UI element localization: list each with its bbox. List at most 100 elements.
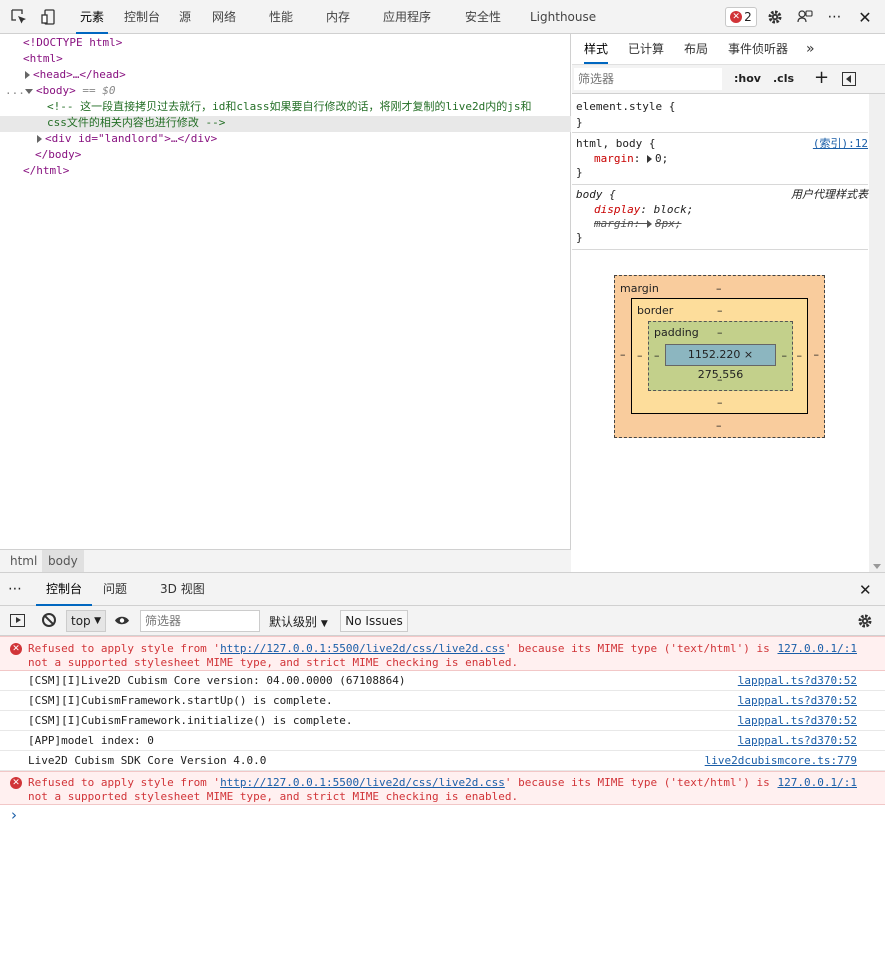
dom-gutter-dots[interactable]: ... — [5, 83, 25, 99]
error-icon: ✕ — [730, 11, 743, 23]
message-source-link[interactable]: lapppal.ts?d370:52 — [738, 734, 857, 748]
message-source-link[interactable]: live2dcubismcore.ts:779 — [705, 754, 857, 768]
console-error-message[interactable]: ✕ Refused to apply style from 'http://12… — [0, 771, 885, 805]
tab-computed[interactable]: 已计算 — [628, 34, 664, 64]
margin-top-value[interactable]: – — [716, 282, 722, 295]
tab-styles[interactable]: 样式 — [584, 34, 609, 64]
console-log-message[interactable]: [CSM][I]CubismFramework.initialize() is … — [0, 711, 885, 731]
issues-button[interactable]: No Issues — [340, 610, 408, 632]
message-source-link[interactable]: 127.0.0.1/:1 — [778, 642, 857, 656]
style-declaration: display: block; — [594, 203, 694, 216]
hov-toggle[interactable]: :hov — [734, 72, 761, 85]
stylesheet-url-link[interactable]: http://127.0.0.1:5500/live2d/css/live2d.… — [220, 642, 505, 655]
drawer-tab-issues[interactable]: 问题 — [103, 573, 127, 606]
breadcrumb-body[interactable]: body — [42, 550, 84, 572]
console-error-message[interactable]: ✕ Refused to apply style from 'http://12… — [0, 636, 885, 671]
new-style-rule-icon[interactable]: + — [814, 67, 829, 88]
message-source-link[interactable]: lapppal.ts?d370:52 — [738, 674, 857, 688]
feedback-icon[interactable] — [794, 6, 816, 28]
border-right-value[interactable]: – — [797, 349, 803, 362]
expand-triangle-icon[interactable] — [25, 71, 30, 79]
drawer-header: ⋯ 控制台 问题 3D 视图 ✕ — [0, 572, 885, 606]
rule-source-link[interactable]: (索引):12 — [813, 137, 868, 151]
settings-gear-icon[interactable] — [764, 6, 786, 28]
box-model-margin[interactable]: margin – – – – border – – – – padding – … — [614, 275, 825, 438]
dom-comment-line1[interactable]: <!-- 这一段直接拷贝过去就行，id和class如果要自行修改的话，将刚才复制… — [47, 99, 531, 115]
collapse-triangle-icon[interactable] — [25, 88, 33, 94]
dom-doctype[interactable]: <!DOCTYPE html> — [23, 35, 122, 51]
border-top-value[interactable]: – — [717, 304, 723, 317]
console-log-message[interactable]: [CSM][I]CubismFramework.startUp() is com… — [0, 691, 885, 711]
console-log-message[interactable]: [APP]model index: 0 lapppal.ts?d370:52 — [0, 731, 885, 751]
styles-scrollbar[interactable] — [869, 94, 885, 572]
tab-security[interactable]: 安全性 — [461, 0, 505, 34]
console-filter-input[interactable] — [140, 610, 260, 632]
live-expression-eye-icon[interactable] — [114, 615, 130, 626]
rule-selector[interactable]: element.style { — [576, 100, 675, 114]
tab-performance[interactable]: 性能 — [266, 0, 296, 34]
margin-right-value[interactable]: – — [814, 348, 820, 361]
dom-comment-line2[interactable]: css文件的相关内容也进行修改 --> — [47, 115, 225, 131]
toggle-sidebar-icon[interactable] — [10, 614, 25, 627]
context-select[interactable]: top ▼ — [66, 610, 106, 632]
console-log-message[interactable]: Live2D Cubism SDK Core Version 4.0.0 liv… — [0, 751, 885, 771]
box-model-border[interactable]: border – – – – padding – – – – 1152.220 … — [631, 298, 808, 414]
console-log-message[interactable]: [CSM][I]Live2D Cubism Core version: 04.0… — [0, 671, 885, 691]
style-declaration[interactable]: margin: 0; — [594, 152, 668, 166]
margin-left-value[interactable]: – — [620, 348, 626, 361]
tab-lighthouse[interactable]: Lighthouse — [530, 0, 596, 34]
dom-body-close[interactable]: </body> — [35, 147, 81, 163]
message-source-link[interactable]: 127.0.0.1/:1 — [778, 776, 857, 790]
inspect-element-icon[interactable] — [8, 6, 30, 28]
log-text: [CSM][I]CubismFramework.initialize() is … — [28, 714, 353, 727]
error-count-badge[interactable]: ✕ 2 — [725, 7, 757, 27]
dom-head-node[interactable]: <head>…</head> — [25, 67, 126, 83]
log-text: Live2D Cubism SDK Core Version 4.0.0 — [28, 754, 267, 767]
drawer-more-tools-icon[interactable]: ⋯ — [8, 581, 22, 597]
rule-element-style: element.style { } — [572, 95, 868, 133]
cls-toggle[interactable]: .cls — [773, 72, 794, 85]
console-settings-gear-icon[interactable] — [857, 613, 873, 632]
toggle-sidebar-icon[interactable] — [842, 72, 856, 86]
tab-application[interactable]: 应用程序 — [379, 0, 435, 34]
dom-body-node[interactable]: <body> == $0 — [25, 83, 116, 99]
message-source-link[interactable]: lapppal.ts?d370:52 — [738, 714, 857, 728]
tab-network[interactable]: 网络 — [209, 0, 239, 34]
breadcrumb-html[interactable]: html — [4, 550, 43, 572]
drawer-tab-console[interactable]: 控制台 — [36, 573, 93, 606]
error-icon: ✕ — [10, 777, 22, 789]
padding-left-value[interactable]: – — [654, 349, 660, 362]
box-model-padding[interactable]: padding – – – – 1152.220 × 275.556 — [648, 321, 793, 391]
border-bottom-value[interactable]: – — [717, 396, 723, 409]
log-text: [APP]model index: 0 — [28, 734, 154, 747]
stylesheet-url-link[interactable]: http://127.0.0.1:5500/live2d/css/live2d.… — [220, 776, 505, 789]
tab-elements[interactable]: 元素 — [76, 0, 108, 34]
log-level-select[interactable]: 默认级别 ▼ — [269, 613, 328, 630]
margin-bottom-value[interactable]: – — [716, 419, 722, 432]
drawer-tab-3d-view[interactable]: 3D 视图 — [160, 573, 205, 606]
more-options-icon[interactable]: ⋯ — [824, 6, 846, 28]
dom-html-open[interactable]: <html> — [23, 51, 63, 67]
message-source-link[interactable]: lapppal.ts?d370:52 — [738, 694, 857, 708]
tab-event-listeners[interactable]: 事件侦听器 — [728, 34, 788, 64]
close-drawer-icon[interactable]: ✕ — [859, 581, 872, 599]
box-model-content-size[interactable]: 1152.220 × 275.556 — [665, 344, 776, 381]
console-input[interactable] — [28, 806, 868, 826]
tab-memory[interactable]: 内存 — [323, 0, 353, 34]
styles-filter-input[interactable] — [574, 68, 722, 90]
tab-layout[interactable]: 布局 — [684, 34, 708, 64]
tab-sources[interactable]: 源 — [175, 0, 195, 34]
expand-triangle-icon[interactable] — [37, 135, 42, 143]
close-devtools-icon[interactable]: ✕ — [854, 6, 876, 28]
dom-tree-panel[interactable]: <!DOCTYPE html> <html> <head>…</head> ..… — [0, 34, 571, 549]
clear-console-icon[interactable] — [42, 613, 56, 627]
tab-console[interactable]: 控制台 — [122, 0, 162, 34]
dom-div-landlord[interactable]: <div id="landlord">…</div> — [37, 131, 217, 147]
dom-html-close[interactable]: </html> — [23, 163, 69, 179]
border-left-value[interactable]: – — [637, 349, 643, 362]
padding-top-value[interactable]: – — [717, 326, 723, 339]
more-tabs-chevron-icon[interactable]: » — [806, 34, 815, 64]
padding-right-value[interactable]: – — [782, 349, 788, 362]
rule-selector[interactable]: html, body { — [576, 137, 655, 151]
device-emulation-icon[interactable] — [38, 6, 60, 28]
